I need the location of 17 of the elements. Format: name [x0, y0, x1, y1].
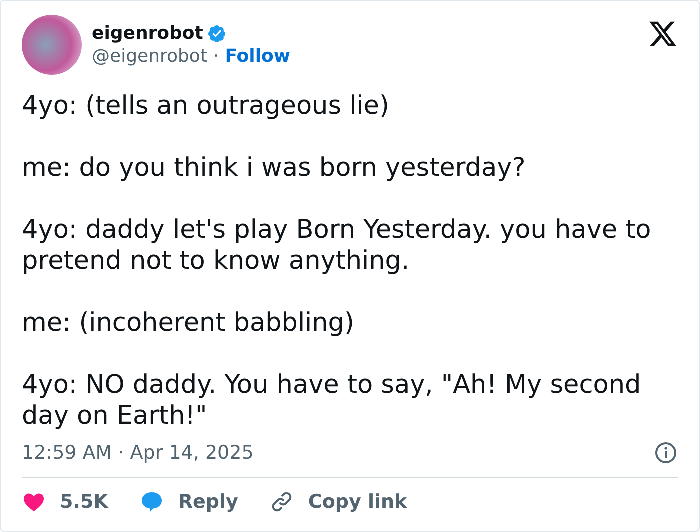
- info-icon[interactable]: [654, 441, 678, 465]
- tweet-paragraph: 4yo: NO daddy. You have to say, "Ah! My second day on Earth!": [22, 370, 642, 432]
- author-handle[interactable]: @eigenrobot: [92, 46, 208, 67]
- separator-dot: ·: [214, 46, 220, 67]
- tweet-paragraph: me: do you think i was born yesterday?: [22, 153, 527, 184]
- x-logo-icon[interactable]: [648, 19, 678, 49]
- tweet-paragraph: 4yo: (tells an outrageous lie): [22, 91, 390, 122]
- tweet-paragraph: 4yo: daddy let's play Born Yesterday. you have to pretend not to know anything.: [22, 215, 652, 277]
- copy-action[interactable]: Copy link: [270, 490, 408, 514]
- follow-link[interactable]: Follow: [225, 46, 291, 67]
- tweet-paragraph: me: (incoherent babbling): [22, 308, 356, 339]
- like-action[interactable]: 5.5K: [22, 490, 108, 514]
- author-name[interactable]: eigenrobot: [92, 23, 204, 44]
- timestamp[interactable]: 12:59 AM · Apr 14, 2025: [22, 442, 254, 464]
- reply-action[interactable]: Reply: [140, 490, 238, 514]
- speech-bubble-icon: [140, 490, 164, 514]
- link-icon: [270, 490, 294, 514]
